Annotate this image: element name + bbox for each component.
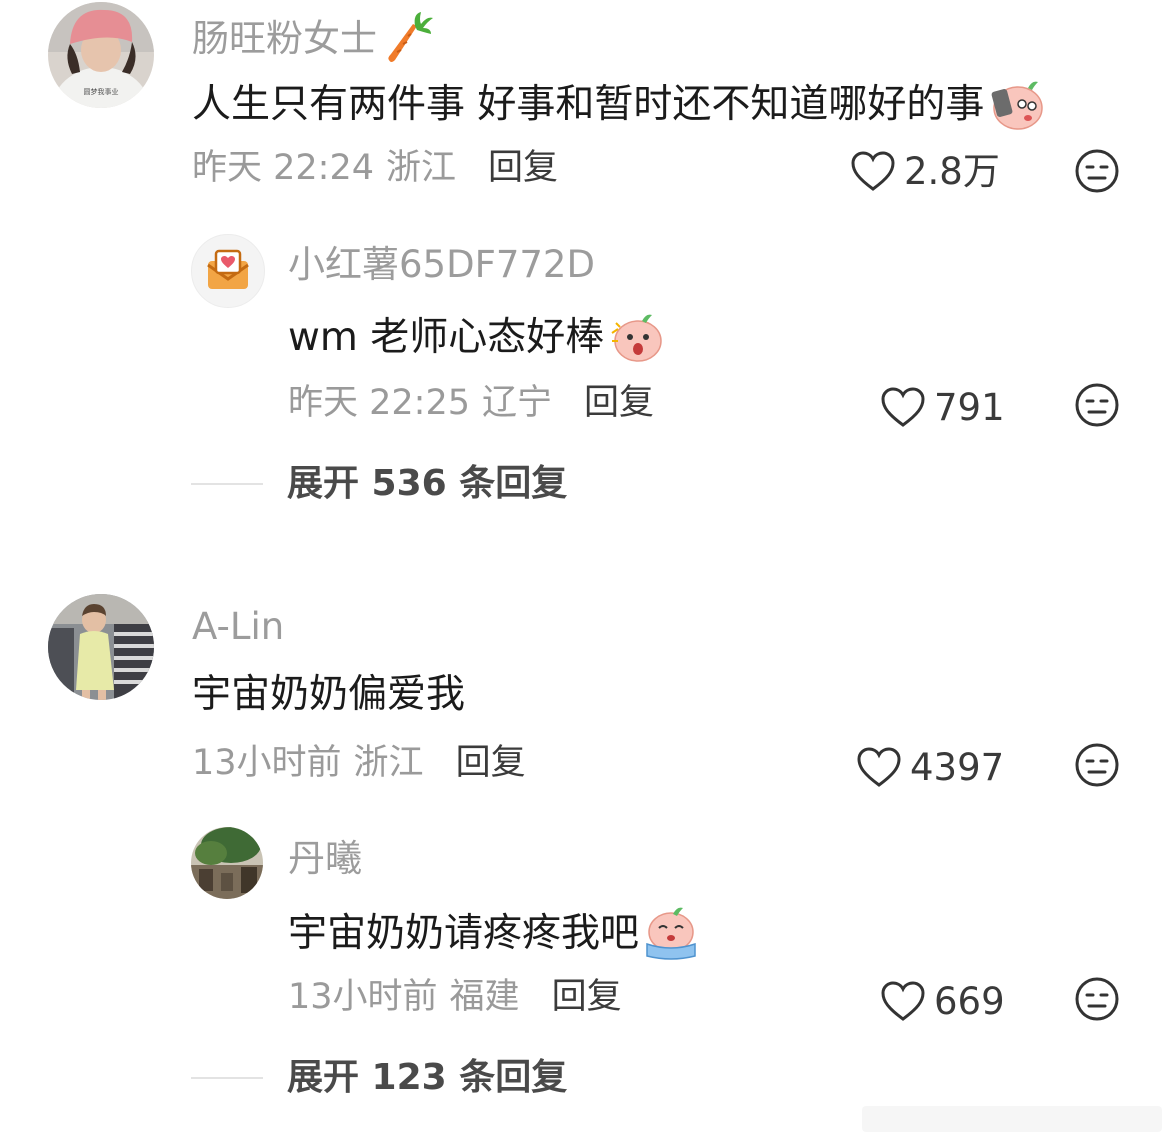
location: 福建	[449, 977, 520, 1017]
peach-phone-emoji	[988, 78, 1044, 130]
like-button[interactable]: 791	[880, 386, 1005, 428]
peach-surprised-emoji	[608, 311, 664, 363]
expand-replies-label: 展开 123 条回复	[287, 1057, 568, 1098]
avatar[interactable]	[48, 594, 154, 700]
divider	[191, 1077, 263, 1079]
dislike-icon[interactable]	[1074, 742, 1120, 788]
expand-replies-button[interactable]: 展开 536 条回复	[191, 466, 567, 502]
heart-icon	[850, 150, 896, 192]
comment-username[interactable]: 肠旺粉女士	[192, 12, 433, 64]
carrot-icon	[383, 12, 433, 64]
timestamp: 13小时前	[288, 977, 438, 1017]
heart-icon	[880, 386, 926, 428]
expand-replies-label: 展开 536 条回复	[287, 463, 568, 504]
dislike-icon[interactable]	[1074, 382, 1120, 428]
comment-text: 人生只有两件事 好事和暂时还不知道哪好的事	[192, 78, 1044, 130]
comment-meta: 昨天 22:24 浙江 回复	[192, 151, 558, 186]
avatar[interactable]: 圆梦我事业	[48, 2, 154, 108]
like-count: 2.8万	[904, 149, 1000, 193]
reply-button[interactable]: 回复	[488, 151, 558, 186]
location: 浙江	[353, 743, 424, 783]
avatar[interactable]	[191, 827, 263, 899]
reply-username[interactable]: 小红薯65DF772D	[288, 246, 595, 283]
watermark	[862, 1098, 1162, 1138]
like-button[interactable]: 2.8万	[850, 150, 1000, 192]
reply-meta: 13小时前 福建 回复	[288, 980, 622, 1015]
heart-icon	[880, 980, 926, 1022]
comment-meta: 13小时前 浙江 回复	[192, 746, 526, 781]
like-count: 791	[934, 385, 1005, 429]
timestamp: 13小时前	[192, 743, 342, 783]
peach-crying-emoji	[643, 906, 699, 960]
like-button[interactable]: 4397	[856, 746, 1004, 788]
reply-button[interactable]: 回复	[456, 746, 526, 781]
dislike-icon[interactable]	[1074, 148, 1120, 194]
reply-text: wm 老师心态好棒	[288, 311, 664, 363]
divider	[191, 483, 263, 485]
timestamp: 昨天 22:24	[192, 148, 374, 188]
comment-text: 宇宙奶奶偏爱我	[192, 672, 466, 717]
reply-username[interactable]: 丹曦	[288, 840, 362, 877]
reply-button[interactable]: 回复	[552, 980, 622, 1015]
reply-text: 宇宙奶奶请疼疼我吧	[288, 906, 699, 960]
reply-meta: 昨天 22:25 辽宁 回复	[288, 386, 654, 421]
location: 辽宁	[482, 383, 553, 423]
like-count: 4397	[910, 745, 1005, 789]
expand-replies-button[interactable]: 展开 123 条回复	[191, 1060, 567, 1096]
location: 浙江	[386, 148, 457, 188]
heart-icon	[856, 746, 902, 788]
svg-text:圆梦我事业: 圆梦我事业	[84, 87, 119, 96]
timestamp: 昨天 22:25	[288, 383, 470, 423]
envelope-heart-avatar[interactable]	[191, 234, 265, 308]
like-button[interactable]: 669	[880, 980, 1005, 1022]
dislike-icon[interactable]	[1074, 976, 1120, 1022]
like-count: 669	[934, 979, 1005, 1023]
comment-username[interactable]: A-Lin	[192, 608, 284, 645]
reply-button[interactable]: 回复	[584, 386, 654, 421]
